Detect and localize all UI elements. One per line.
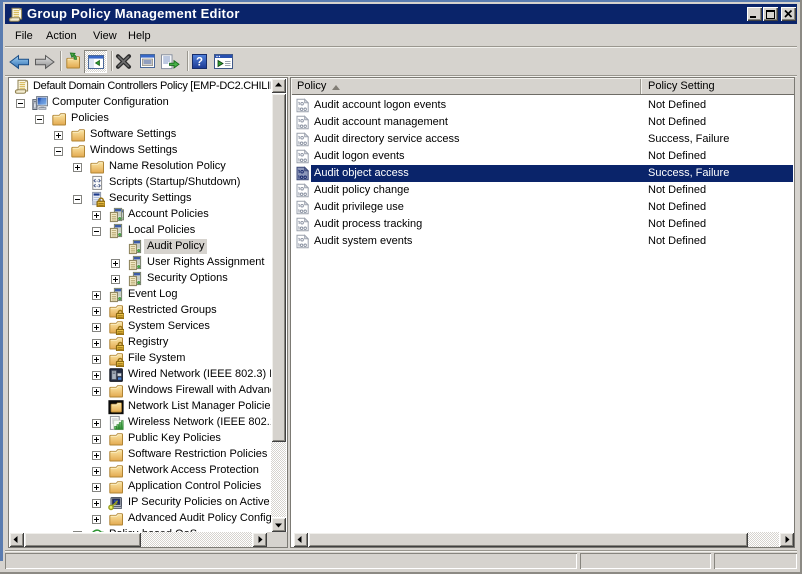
svg-text:?: ? bbox=[196, 56, 203, 68]
